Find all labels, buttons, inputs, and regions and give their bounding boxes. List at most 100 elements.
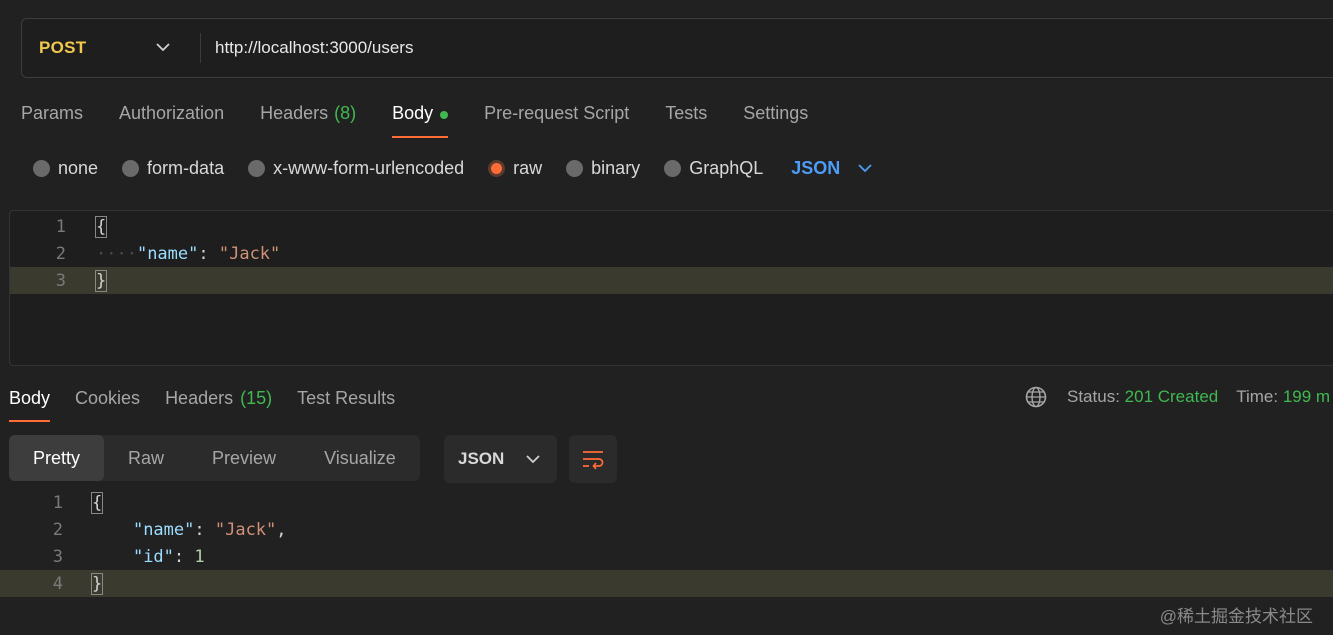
json-key: "name" bbox=[136, 243, 199, 264]
code-line: 1 { bbox=[0, 489, 1333, 516]
resp-tab-cookies[interactable]: Cookies bbox=[75, 384, 140, 422]
line-number: 1 bbox=[55, 216, 66, 237]
tab-label: Params bbox=[21, 103, 84, 123]
method-select[interactable]: POST bbox=[22, 19, 200, 77]
line-number: 2 bbox=[55, 243, 66, 264]
code-text: } bbox=[94, 269, 108, 292]
code-line: 3 "id": 1 bbox=[0, 543, 1333, 570]
method-label: POST bbox=[39, 38, 87, 57]
code-text: { bbox=[90, 491, 104, 514]
radio-icon bbox=[248, 159, 266, 177]
radio-label: x-www-form-urlencoded bbox=[273, 157, 465, 178]
url-bar: POST http://localhost:3000/users bbox=[21, 18, 1333, 78]
response-format-label: JSON bbox=[458, 449, 505, 468]
radio-binary[interactable]: binary bbox=[566, 158, 640, 179]
json-value: "Jack" bbox=[218, 243, 281, 264]
tab-label: Authorization bbox=[119, 103, 225, 123]
radio-icon bbox=[122, 159, 140, 177]
json-key: "id" bbox=[132, 546, 174, 567]
line-number: 1 bbox=[52, 492, 63, 513]
tab-pre-request-script[interactable]: Pre-request Script bbox=[484, 100, 629, 138]
time-label: Time: bbox=[1236, 387, 1279, 406]
code-text: { bbox=[94, 215, 108, 238]
json-value: "Jack" bbox=[214, 519, 277, 540]
response-status: Status: 201 Created Time: 199 m bbox=[1025, 386, 1330, 408]
view-mode-toggle: Pretty Raw Preview Visualize bbox=[9, 435, 420, 481]
response-tabs: Body Cookies Headers (15) Test Results bbox=[9, 384, 420, 422]
globe-icon[interactable] bbox=[1025, 386, 1047, 408]
tab-label: Headers bbox=[165, 388, 234, 408]
chevron-down-icon bbox=[526, 455, 540, 464]
line-number: 4 bbox=[52, 573, 63, 594]
tab-label: Settings bbox=[743, 103, 809, 123]
divider bbox=[200, 33, 201, 63]
view-pretty[interactable]: Pretty bbox=[9, 435, 105, 481]
close-brace: } bbox=[90, 572, 104, 595]
headers-count: (15) bbox=[240, 388, 273, 408]
tab-params[interactable]: Params bbox=[21, 100, 83, 138]
radio-label: raw bbox=[513, 157, 543, 178]
chevron-down-icon bbox=[858, 164, 872, 173]
body-format-select[interactable]: JSON bbox=[791, 158, 872, 179]
code-line: 2 ····"name": "Jack" bbox=[10, 240, 1333, 267]
body-type-options: none form-data x-www-form-urlencoded raw… bbox=[33, 155, 872, 181]
line-number: 3 bbox=[55, 270, 66, 291]
radio-none[interactable]: none bbox=[33, 158, 98, 179]
response-format-select[interactable]: JSON bbox=[444, 435, 557, 483]
body-format-label: JSON bbox=[791, 157, 841, 178]
code-line: 1 { bbox=[10, 213, 1333, 240]
status-value: 201 Created bbox=[1124, 387, 1219, 406]
headers-count: (8) bbox=[334, 103, 357, 123]
view-preview[interactable]: Preview bbox=[188, 435, 300, 481]
radio-x-www-form-urlencoded[interactable]: x-www-form-urlencoded bbox=[248, 158, 464, 179]
body-indicator-dot bbox=[440, 111, 449, 119]
radio-form-data[interactable]: form-data bbox=[122, 158, 224, 179]
json-value: 1 bbox=[194, 546, 205, 567]
request-body-editor[interactable]: 1 { 2 ····"name": "Jack" 3 } bbox=[9, 210, 1333, 366]
tab-label: Pre-request Script bbox=[484, 103, 630, 123]
tab-label: Tests bbox=[665, 103, 708, 123]
tab-tests[interactable]: Tests bbox=[665, 100, 707, 138]
radio-icon bbox=[664, 159, 682, 177]
tab-settings[interactable]: Settings bbox=[743, 100, 808, 138]
code-text: "id": 1 bbox=[132, 546, 205, 567]
url-input[interactable]: http://localhost:3000/users bbox=[215, 38, 413, 58]
code-line: 2 "name": "Jack", bbox=[0, 516, 1333, 543]
line-number: 3 bbox=[52, 546, 63, 567]
radio-label: binary bbox=[591, 157, 641, 178]
json-colon: : bbox=[198, 243, 219, 264]
json-key: "name" bbox=[132, 519, 195, 540]
radio-selected-icon bbox=[488, 159, 506, 177]
response-body-viewer[interactable]: 1 { 2 "name": "Jack", 3 "id": 1 4 } bbox=[0, 489, 1333, 609]
line-number: 2 bbox=[52, 519, 63, 540]
resp-tab-body[interactable]: Body bbox=[9, 384, 51, 422]
tab-body[interactable]: Body bbox=[392, 100, 449, 138]
resp-tab-test-results[interactable]: Test Results bbox=[297, 384, 395, 422]
radio-graphql[interactable]: GraphQL bbox=[664, 158, 763, 179]
wrap-lines-button[interactable] bbox=[569, 435, 617, 483]
close-brace: } bbox=[94, 269, 108, 292]
radio-label: none bbox=[58, 157, 99, 178]
resp-tab-headers[interactable]: Headers (15) bbox=[165, 384, 272, 422]
tab-label: Test Results bbox=[297, 388, 396, 408]
open-brace: { bbox=[90, 491, 104, 514]
view-raw[interactable]: Raw bbox=[104, 435, 188, 481]
chevron-down-icon bbox=[156, 43, 170, 52]
tab-label: Body bbox=[9, 388, 51, 408]
code-line-current: 3 } bbox=[10, 267, 1333, 294]
code-text: "name": "Jack", bbox=[132, 519, 287, 540]
radio-raw[interactable]: raw bbox=[488, 158, 542, 179]
code-text: ····"name": "Jack" bbox=[96, 243, 281, 264]
radio-icon bbox=[33, 159, 50, 177]
tab-label: Body bbox=[392, 103, 434, 123]
radio-label: form-data bbox=[147, 157, 225, 178]
tab-label: Cookies bbox=[75, 388, 141, 408]
view-visualize[interactable]: Visualize bbox=[300, 435, 420, 481]
radio-icon bbox=[566, 159, 584, 177]
tab-label: Headers bbox=[260, 103, 329, 123]
tab-headers[interactable]: Headers (8) bbox=[260, 100, 356, 138]
tab-authorization[interactable]: Authorization bbox=[119, 100, 224, 138]
code-text: } bbox=[90, 572, 104, 595]
radio-label: GraphQL bbox=[689, 157, 764, 178]
open-brace: { bbox=[94, 215, 108, 238]
